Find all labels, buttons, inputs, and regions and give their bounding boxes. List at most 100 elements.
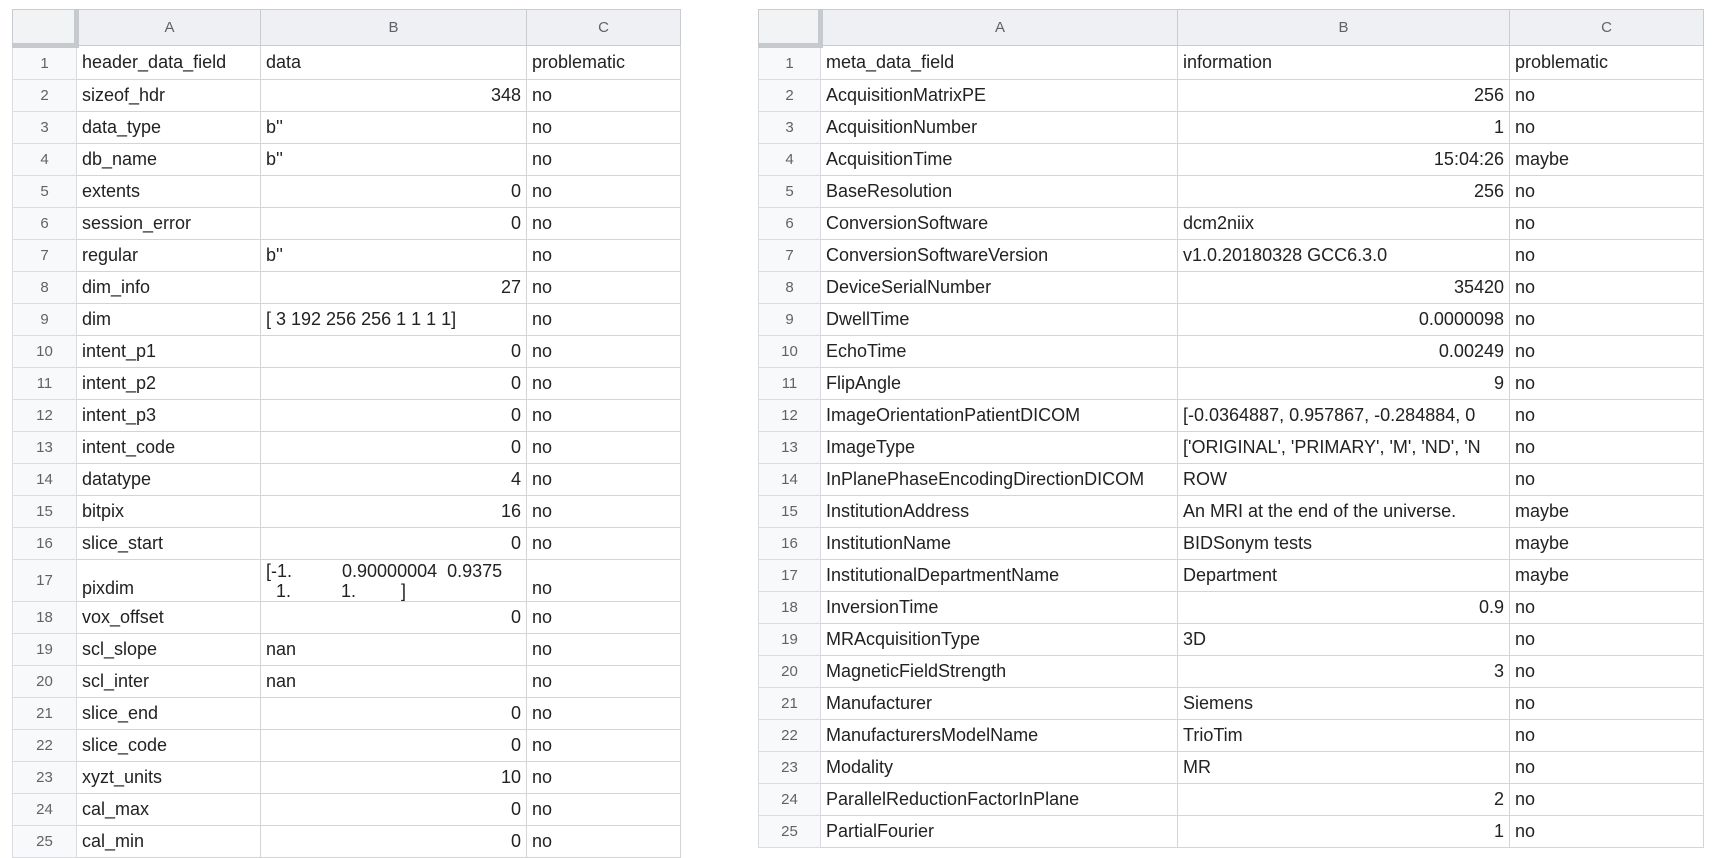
row-header[interactable]: 3	[758, 111, 821, 144]
column-header-b[interactable]: B	[1177, 9, 1510, 46]
row-header[interactable]: 1	[758, 45, 821, 80]
cell-field-name[interactable]: AcquisitionMatrixPE	[820, 79, 1178, 112]
cell-value[interactable]: 0	[260, 527, 527, 560]
cell-field-name[interactable]: vox_offset	[76, 601, 261, 634]
row-header[interactable]: 19	[12, 633, 77, 666]
cell-value[interactable]: 0	[260, 697, 527, 730]
row-header[interactable]: 18	[758, 591, 821, 624]
cell-value[interactable]: 0	[260, 335, 527, 368]
cell-problematic[interactable]: no	[1509, 207, 1704, 240]
cell-problematic[interactable]: no	[526, 111, 681, 144]
cell-value[interactable]: ROW	[1177, 463, 1510, 496]
cell-problematic[interactable]: maybe	[1509, 559, 1704, 592]
cell-field-name[interactable]: extents	[76, 175, 261, 208]
cell-value[interactable]: 15:04:26	[1177, 143, 1510, 176]
cell-value[interactable]: 0	[260, 825, 527, 858]
cell-field-name[interactable]: slice_code	[76, 729, 261, 762]
cell-value[interactable]: [-0.0364887, 0.957867, -0.284884, 0	[1177, 399, 1510, 432]
row-header[interactable]: 9	[12, 303, 77, 336]
cell-problematic[interactable]: no	[1509, 815, 1704, 848]
column-header-c[interactable]: C	[526, 9, 681, 46]
cell-problematic[interactable]: no	[526, 697, 681, 730]
cell-problematic[interactable]: no	[526, 367, 681, 400]
cell-field-name[interactable]: MRAcquisitionType	[820, 623, 1178, 656]
cell-field-name[interactable]: InstitutionAddress	[820, 495, 1178, 528]
cell-problematic[interactable]: no	[1509, 111, 1704, 144]
row-header[interactable]: 21	[12, 697, 77, 730]
cell-value[interactable]: nan	[260, 665, 527, 698]
row-header[interactable]: 5	[758, 175, 821, 208]
cell-field-name[interactable]: Modality	[820, 751, 1178, 784]
cell-value[interactable]: 0.0000098	[1177, 303, 1510, 336]
cell-field-name[interactable]: bitpix	[76, 495, 261, 528]
cell-field-name[interactable]: InstitutionalDepartmentName	[820, 559, 1178, 592]
cell-field-name[interactable]: pixdim	[76, 559, 261, 602]
cell-value[interactable]: b''	[260, 143, 527, 176]
cell-field-name[interactable]: intent_code	[76, 431, 261, 464]
cell-field-name[interactable]: PartialFourier	[820, 815, 1178, 848]
cell-field-name[interactable]: InstitutionName	[820, 527, 1178, 560]
row-header[interactable]: 24	[758, 783, 821, 816]
cell-value[interactable]: information	[1177, 45, 1510, 80]
select-all-corner[interactable]	[12, 9, 79, 48]
row-header[interactable]: 10	[758, 335, 821, 368]
cell-field-name[interactable]: dim	[76, 303, 261, 336]
row-header[interactable]: 8	[758, 271, 821, 304]
column-header-c[interactable]: C	[1509, 9, 1704, 46]
cell-field-name[interactable]: ImageOrientationPatientDICOM	[820, 399, 1178, 432]
row-header[interactable]: 17	[758, 559, 821, 592]
cell-value[interactable]: 27	[260, 271, 527, 304]
cell-value[interactable]: 0	[260, 399, 527, 432]
cell-field-name[interactable]: ConversionSoftware	[820, 207, 1178, 240]
cell-field-name[interactable]: DeviceSerialNumber	[820, 271, 1178, 304]
column-header-a[interactable]: A	[820, 9, 1178, 46]
cell-problematic[interactable]: no	[1509, 175, 1704, 208]
row-header[interactable]: 11	[758, 367, 821, 400]
row-header[interactable]: 7	[12, 239, 77, 272]
cell-value[interactable]: 1	[1177, 815, 1510, 848]
row-header[interactable]: 16	[758, 527, 821, 560]
row-header[interactable]: 20	[12, 665, 77, 698]
row-header[interactable]: 21	[758, 687, 821, 720]
row-header[interactable]: 2	[758, 79, 821, 112]
cell-problematic[interactable]: no	[1509, 303, 1704, 336]
column-header-b[interactable]: B	[260, 9, 527, 46]
cell-problematic[interactable]: no	[1509, 623, 1704, 656]
cell-value[interactable]: [-1. 0.90000004 0.9375 1. 1. ]	[260, 559, 527, 602]
cell-problematic[interactable]: no	[526, 207, 681, 240]
cell-value[interactable]: 348	[260, 79, 527, 112]
cell-field-name[interactable]: intent_p3	[76, 399, 261, 432]
row-header[interactable]: 4	[12, 143, 77, 176]
cell-field-name[interactable]: AcquisitionTime	[820, 143, 1178, 176]
cell-value[interactable]: MR	[1177, 751, 1510, 784]
cell-field-name[interactable]: Manufacturer	[820, 687, 1178, 720]
cell-problematic[interactable]: no	[526, 271, 681, 304]
cell-value[interactable]: 0.00249	[1177, 335, 1510, 368]
cell-field-name[interactable]: EchoTime	[820, 335, 1178, 368]
cell-value[interactable]: 3D	[1177, 623, 1510, 656]
cell-problematic[interactable]: no	[1509, 655, 1704, 688]
cell-field-name[interactable]: scl_slope	[76, 633, 261, 666]
cell-value[interactable]: 35420	[1177, 271, 1510, 304]
cell-problematic[interactable]: no	[1509, 783, 1704, 816]
cell-problematic[interactable]: no	[526, 559, 681, 602]
cell-problematic[interactable]: no	[526, 793, 681, 826]
right-spreadsheet-grid[interactable]: A B C 1 meta_data_field information problem…	[758, 9, 1704, 848]
cell-problematic[interactable]: no	[1509, 751, 1704, 784]
column-header-a[interactable]: A	[76, 9, 261, 46]
cell-field-name[interactable]: regular	[76, 239, 261, 272]
cell-value[interactable]: 256	[1177, 175, 1510, 208]
cell-problematic[interactable]: no	[526, 495, 681, 528]
cell-problematic[interactable]: no	[1509, 271, 1704, 304]
cell-problematic[interactable]: maybe	[1509, 527, 1704, 560]
cell-problematic[interactable]: no	[1509, 79, 1704, 112]
cell-field-name[interactable]: sizeof_hdr	[76, 79, 261, 112]
row-header[interactable]: 11	[12, 367, 77, 400]
cell-problematic[interactable]: no	[526, 239, 681, 272]
cell-value[interactable]: 0	[260, 601, 527, 634]
cell-field-name[interactable]: ParallelReductionFactorInPlane	[820, 783, 1178, 816]
row-header[interactable]: 7	[758, 239, 821, 272]
row-header[interactable]: 23	[12, 761, 77, 794]
row-header[interactable]: 14	[758, 463, 821, 496]
row-header[interactable]: 20	[758, 655, 821, 688]
